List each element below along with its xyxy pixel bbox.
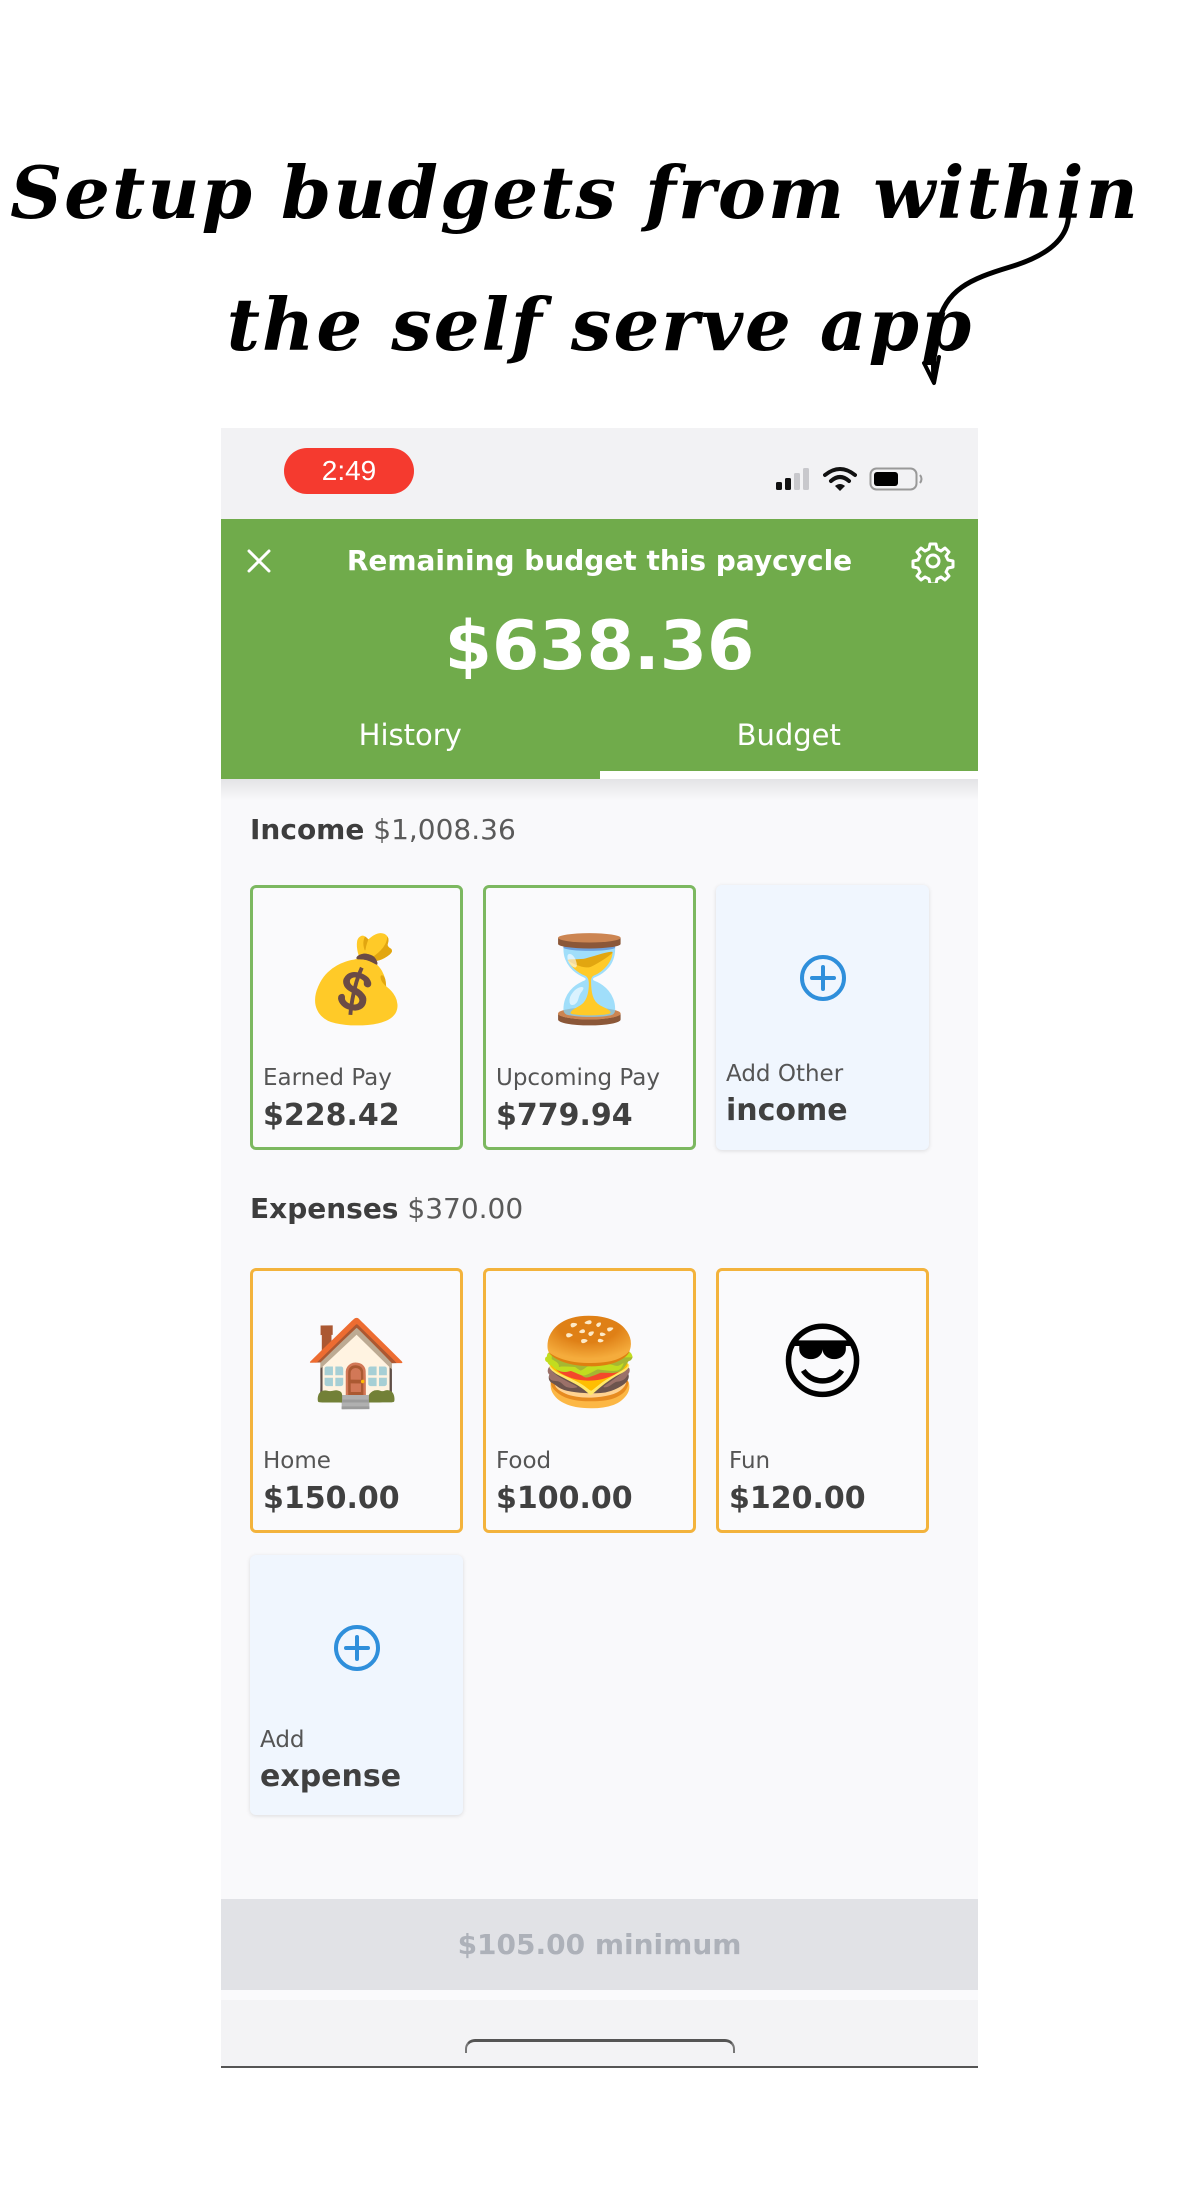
header-shadow	[221, 779, 978, 801]
card-name: Earned Pay	[263, 1065, 392, 1091]
card-value: $228.42	[263, 1098, 400, 1133]
home-indicator[interactable]	[465, 2039, 735, 2053]
card-value: $779.94	[496, 1098, 633, 1133]
add-circle-icon	[334, 1625, 380, 1671]
income-total: $1,008.36	[373, 813, 516, 846]
card-name: Food	[496, 1448, 552, 1474]
card-value: income	[726, 1093, 848, 1128]
bottom-divider	[221, 2066, 978, 2068]
burger-icon: 🍔	[537, 1313, 642, 1411]
sunglasses-face-icon: 😎	[778, 1313, 867, 1411]
tab-history[interactable]: History	[221, 709, 600, 779]
status-time: 2:49	[284, 448, 414, 494]
bottom-bar	[221, 2000, 978, 2066]
caption: Setup budgets from within the self serve…	[0, 0, 1200, 400]
card-value: $100.00	[496, 1481, 633, 1516]
income-card-earned-pay[interactable]: 💰 Earned Pay $228.42	[250, 885, 463, 1150]
phone-screen: 2:49 Remaining budget this paycycle $638…	[221, 428, 978, 2068]
house-icon: 🏠	[304, 1313, 409, 1411]
add-expense-card[interactable]: Add expense	[250, 1555, 463, 1815]
curved-arrow-icon	[922, 200, 1071, 385]
money-bag-icon: 💰	[304, 930, 409, 1028]
battery-icon	[869, 467, 923, 491]
income-label: Income	[250, 813, 365, 846]
budget-header: Remaining budget this paycycle $638.36 H…	[221, 519, 978, 779]
card-name: Add	[260, 1727, 305, 1753]
card-value: expense	[260, 1759, 402, 1794]
spacer	[221, 1990, 978, 2000]
add-income-card[interactable]: Add Other income	[716, 885, 929, 1150]
income-section-title: Income $1,008.36	[250, 813, 516, 846]
expense-card-fun[interactable]: 😎 Fun $120.00	[716, 1268, 929, 1533]
card-value: $120.00	[729, 1481, 866, 1516]
hourglass-icon: ⏳	[537, 930, 642, 1028]
income-card-upcoming-pay[interactable]: ⏳ Upcoming Pay $779.94	[483, 885, 696, 1150]
expenses-total: $370.00	[407, 1192, 524, 1225]
gear-icon[interactable]	[911, 539, 955, 583]
card-name: Home	[263, 1448, 331, 1474]
status-bar: 2:49	[221, 428, 978, 519]
status-icons	[775, 464, 925, 494]
card-name: Fun	[729, 1448, 771, 1474]
card-name: Add Other	[726, 1061, 844, 1087]
tab-budget[interactable]: Budget	[599, 709, 979, 779]
expense-card-food[interactable]: 🍔 Food $100.00	[483, 1268, 696, 1533]
tab-bar: History Budget	[221, 709, 978, 779]
card-value: $150.00	[263, 1481, 400, 1516]
minimum-button[interactable]: $105.00 minimum	[221, 1899, 978, 1990]
wifi-icon	[823, 467, 857, 491]
add-circle-icon	[800, 955, 846, 1001]
expense-card-home[interactable]: 🏠 Home $150.00	[250, 1268, 463, 1533]
expenses-section-title: Expenses $370.00	[250, 1192, 523, 1225]
cellular-signal-icon	[776, 468, 809, 490]
remaining-balance: $638.36	[444, 607, 755, 686]
card-name: Upcoming Pay	[496, 1065, 660, 1091]
header-title: Remaining budget this paycycle	[346, 544, 853, 577]
expenses-label: Expenses	[250, 1192, 399, 1225]
